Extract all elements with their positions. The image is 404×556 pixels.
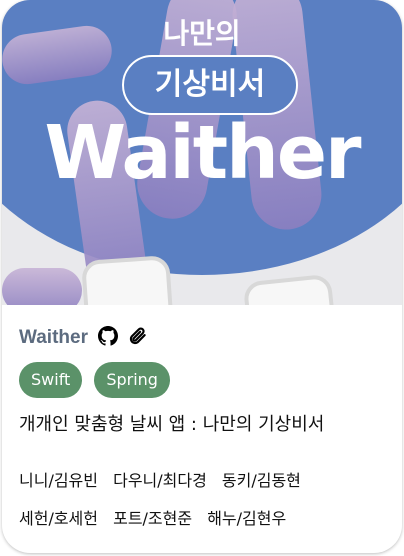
tag-swift: Swift — [19, 362, 83, 398]
member: 세헌/호세헌 — [19, 509, 98, 528]
member: 니니/김유빈 — [19, 471, 98, 490]
phone-mockup — [81, 255, 175, 305]
github-icon[interactable] — [97, 326, 118, 350]
member: 동키/김동현 — [221, 471, 301, 490]
decor-blob — [2, 268, 82, 305]
paperclip-icon[interactable] — [128, 326, 148, 350]
tag-spring: Spring — [94, 362, 170, 398]
project-card[interactable]: 나만의 기상비서 Waither Waither Swift Spring 개개… — [2, 0, 402, 553]
project-thumbnail: 나만의 기상비서 Waither — [2, 0, 402, 305]
tech-tags: Swift Spring — [19, 362, 402, 398]
team-members: 니니/김유빈 다우니/최다경 동키/김동현 세헌/호세헌 포트/조현준 해누/김… — [19, 462, 379, 538]
hero-line1: 나만의 — [163, 17, 241, 50]
member: 포트/조현준 — [113, 509, 193, 528]
phone-mockup — [242, 273, 338, 305]
project-description: 개개인 맞춤형 날씨 앱 : 나만의 기상비서 — [19, 414, 325, 435]
member: 해누/김현우 — [207, 509, 287, 528]
project-info: Waither Swift Spring 개개인 맞춤형 날씨 앱 : 나만의 … — [19, 322, 402, 538]
project-title: Waither — [19, 327, 88, 348]
hero-line2: 기상비서 — [122, 55, 298, 115]
member: 다우니/최다경 — [113, 471, 207, 490]
hero-logo-text: Waither — [44, 110, 361, 196]
